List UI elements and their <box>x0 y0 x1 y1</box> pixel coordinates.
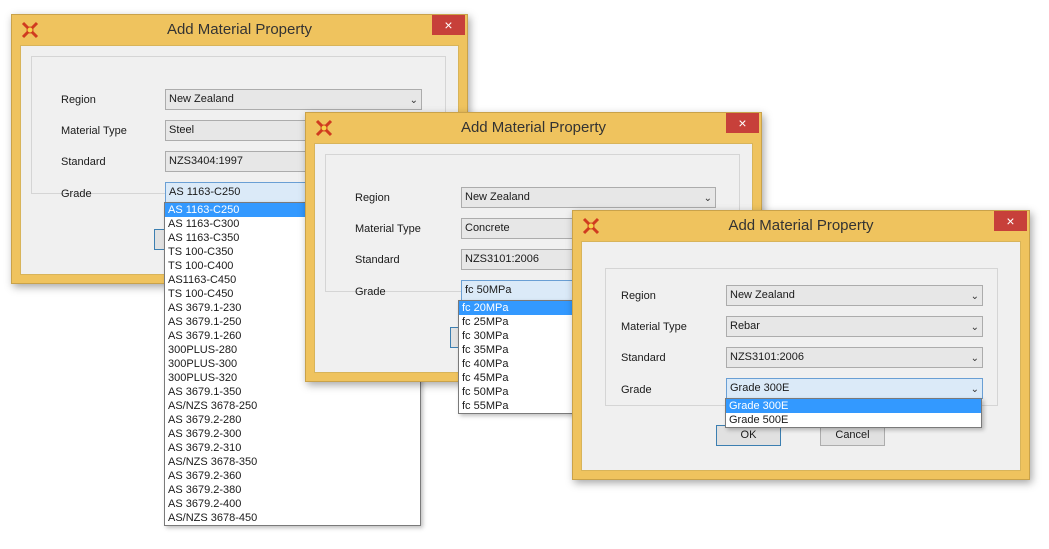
grade-select[interactable]: Grade 300E ⌄ <box>726 378 983 399</box>
list-item[interactable]: AS/NZS 3678-250 <box>165 399 420 413</box>
region-value: New Zealand <box>730 289 795 301</box>
chevron-down-icon: ⌄ <box>970 291 979 302</box>
grade-value: AS 1163-C250 <box>169 186 241 198</box>
grade-value: fc 50MPa <box>465 284 512 296</box>
material-type-select[interactable]: Rebar ⌄ <box>726 316 983 337</box>
list-item[interactable]: fc 45MPa <box>459 371 587 385</box>
list-item[interactable]: AS 3679.2-310 <box>165 441 420 455</box>
chevron-down-icon: ⌄ <box>970 384 979 395</box>
material-type-value: Concrete <box>465 222 510 234</box>
standard-select[interactable]: NZS3101:2006 ⌄ <box>726 347 983 368</box>
standard-label: Standard <box>61 156 106 168</box>
region-value: New Zealand <box>465 191 530 203</box>
chevron-down-icon: ⌄ <box>970 353 979 364</box>
title-bar[interactable]: Add Material Property × <box>573 211 1029 241</box>
dialog-title: Add Material Property <box>460 119 607 136</box>
standard-label: Standard <box>621 352 666 364</box>
region-label: Region <box>355 192 390 204</box>
title-bar[interactable]: Add Material Property × <box>12 15 467 45</box>
close-button[interactable]: × <box>994 211 1027 231</box>
cancel-button[interactable]: Cancel <box>820 425 885 446</box>
region-select[interactable]: New Zealand ⌄ <box>165 89 422 110</box>
list-item[interactable]: AS 3679.2-360 <box>165 469 420 483</box>
region-select[interactable]: New Zealand ⌄ <box>726 285 983 306</box>
grade-value: Grade 300E <box>730 382 790 394</box>
list-item[interactable]: Grade 300E <box>726 399 981 413</box>
dialog-rebar: Add Material Property × Region New Zeala… <box>572 210 1030 480</box>
list-item[interactable]: fc 50MPa <box>459 385 587 399</box>
dialog-title: Add Material Property <box>166 21 313 38</box>
chevron-down-icon: ⌄ <box>703 193 712 204</box>
list-item[interactable]: fc 55MPa <box>459 399 587 413</box>
dialog-title: Add Material Property <box>728 217 874 234</box>
list-item[interactable]: fc 30MPa <box>459 329 587 343</box>
material-type-value: Steel <box>169 124 195 136</box>
list-item[interactable]: AS 3679.1-350 <box>165 385 420 399</box>
list-item[interactable]: AS/NZS 3678-350 <box>165 455 420 469</box>
chevron-down-icon: ⌄ <box>409 95 418 106</box>
dialog-client: Region New Zealand ⌄ Material Type Rebar… <box>581 241 1021 471</box>
material-type-value: Rebar <box>730 320 760 332</box>
material-type-label: Material Type <box>621 321 687 333</box>
ok-button[interactable]: OK <box>716 425 781 446</box>
chevron-down-icon: ⌄ <box>970 322 979 333</box>
list-item[interactable]: fc 35MPa <box>459 343 587 357</box>
close-button[interactable]: × <box>432 15 465 35</box>
grade-label: Grade <box>355 286 386 298</box>
region-value: New Zealand <box>169 93 234 105</box>
list-item[interactable]: AS 3679.2-400 <box>165 497 420 511</box>
list-item[interactable]: AS 3679.2-300 <box>165 427 420 441</box>
list-item[interactable]: fc 20MPa <box>459 301 587 315</box>
list-item[interactable]: AS 3679.2-380 <box>165 483 420 497</box>
grade-dropdown-concrete[interactable]: fc 20MPa fc 25MPa fc 30MPa fc 35MPa fc 4… <box>458 300 588 414</box>
standard-label: Standard <box>355 254 400 266</box>
material-type-label: Material Type <box>355 223 421 235</box>
grade-dropdown-rebar[interactable]: Grade 300E Grade 500E <box>725 398 982 428</box>
region-label: Region <box>621 290 656 302</box>
list-item[interactable]: AS 3679.2-280 <box>165 413 420 427</box>
standard-value: NZS3404:1997 <box>169 155 243 167</box>
standard-value: NZS3101:2006 <box>465 253 539 265</box>
region-select[interactable]: New Zealand ⌄ <box>461 187 716 208</box>
material-type-label: Material Type <box>61 125 127 137</box>
list-item[interactable]: AS/NZS 3678-450 <box>165 511 420 525</box>
grade-label: Grade <box>61 188 92 200</box>
list-item[interactable]: fc 25MPa <box>459 315 587 329</box>
close-button[interactable]: × <box>726 113 759 133</box>
title-bar[interactable]: Add Material Property × <box>306 113 761 143</box>
grade-label: Grade <box>621 384 652 396</box>
region-label: Region <box>61 94 96 106</box>
standard-value: NZS3101:2006 <box>730 351 804 363</box>
list-item[interactable]: fc 40MPa <box>459 357 587 371</box>
list-item[interactable]: Grade 500E <box>726 413 981 427</box>
